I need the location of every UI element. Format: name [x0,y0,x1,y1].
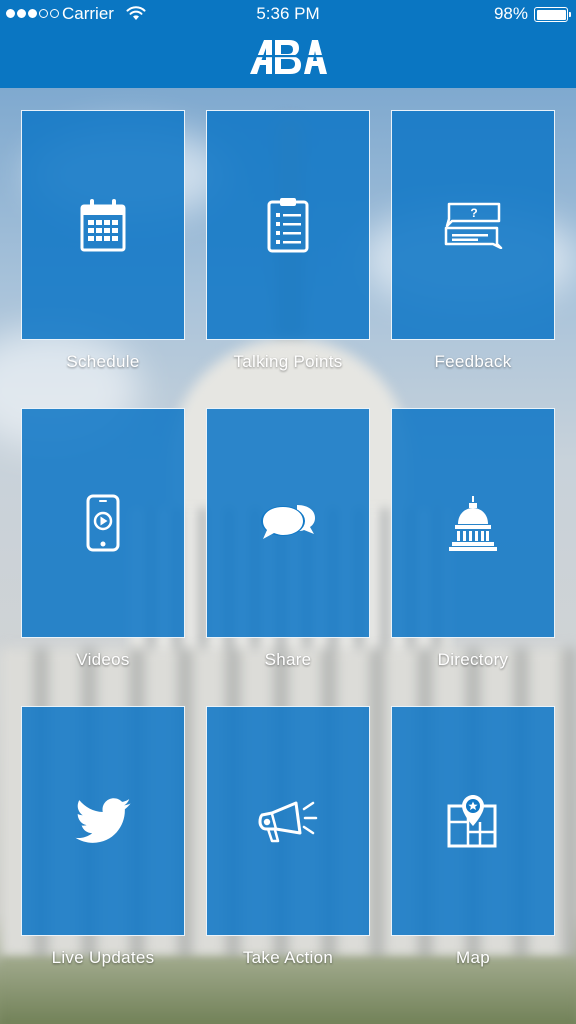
aba-logo [250,40,327,74]
calendar-icon [80,199,126,252]
tile-label-take-action[interactable]: Take Action [196,948,380,968]
tile-label-share[interactable]: Share [196,650,380,670]
capitol-icon [449,496,497,551]
battery-icon [534,7,571,22]
tile-label-schedule[interactable]: Schedule [11,352,195,372]
feedback-tile[interactable]: ? [391,110,555,340]
directory-tile[interactable] [391,408,555,638]
twitter-bird-icon [75,798,131,843]
status-bar: Carrier 5:36 PM 98% [0,0,576,28]
map-tile[interactable] [391,706,555,936]
videos-tile[interactable] [21,408,185,638]
svg-text:?: ? [470,206,477,220]
tile-label-feedback[interactable]: Feedback [381,352,565,372]
navigation-header: Carrier 5:36 PM 98% [0,0,576,88]
chat-question-icon: ? [444,202,503,249]
map-pin-icon [447,795,497,848]
tile-label-map[interactable]: Map [381,948,565,968]
clock-time: 5:36 PM [256,4,320,23]
clipboard-icon [267,198,309,253]
tile-label-directory[interactable]: Directory [381,650,565,670]
phone-play-icon [86,494,120,552]
tile-label-videos[interactable]: Videos [11,650,195,670]
schedule-tile[interactable] [21,110,185,340]
speech-bubbles-icon [261,505,315,539]
share-tile[interactable] [206,408,370,638]
live-updates-tile[interactable] [21,706,185,936]
tile-label-live-updates[interactable]: Live Updates [11,948,195,968]
talking-points-tile[interactable] [206,110,370,340]
tile-label-talking-points[interactable]: Talking Points [196,352,380,372]
take-action-tile[interactable] [206,706,370,936]
battery-percent: 98% [493,4,528,23]
megaphone-icon [258,801,318,843]
